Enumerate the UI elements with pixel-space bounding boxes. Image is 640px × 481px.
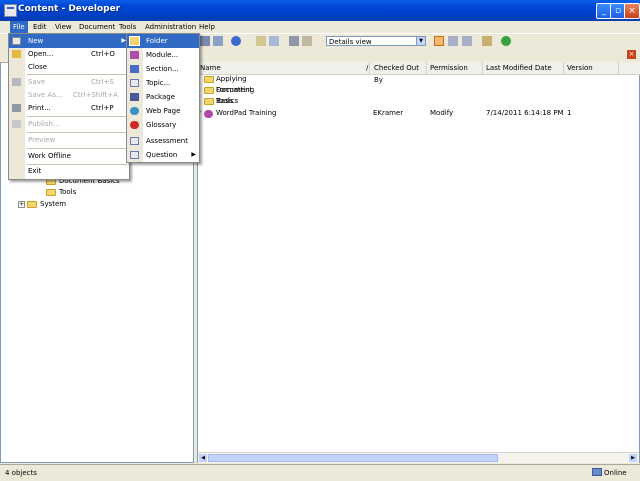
glossary-icon [130,121,139,129]
row-permission: Modify [430,109,454,117]
menu-item-open[interactable]: Open... Ctrl+O [9,47,129,61]
submenu-arrow-icon: ▶ [191,151,196,158]
view-dropdown[interactable]: Details view ▼ [326,36,426,46]
close-button[interactable]: × [624,3,640,19]
view-dropdown-value: Details view [329,38,372,46]
close-pane-icon[interactable]: × [627,50,636,59]
menu-administration[interactable]: Administration [142,21,199,33]
menu-help[interactable]: Help [196,21,218,33]
menu-view[interactable]: View [52,21,75,33]
new-icon [12,37,21,45]
binoculars-icon[interactable] [200,36,210,46]
column-version[interactable]: Version [564,62,619,74]
scroll-thumb[interactable] [208,454,498,462]
details-view-icon[interactable] [434,36,444,46]
tree-item-system[interactable]: + System [18,199,66,209]
column-last-modified[interactable]: Last Modified Date [483,62,564,74]
column-permission[interactable]: Permission [427,62,483,74]
horizontal-scrollbar[interactable]: ◀ ▶ [198,452,639,463]
row-version: 1 [567,109,572,117]
new-submenu: Folder Module... Section... Topic... Pac… [126,33,200,163]
folder-up-icon[interactable] [482,36,492,46]
section-icon [130,65,139,73]
new-item-section[interactable]: Section... [127,62,199,76]
new-item-module[interactable]: Module... [127,48,199,62]
row-modified: 7/14/2011 6:14:18 PM [486,109,564,117]
new-item-web-page[interactable]: Web Page [127,104,199,118]
column-header-row: Name / Checked Out By Permission Last Mo… [197,62,640,84]
menu-item-exit[interactable]: Exit [9,164,129,178]
open-folder-icon [12,50,21,58]
menu-document[interactable]: Document [76,21,118,33]
folder-icon [46,188,56,196]
object-count: 4 objects [5,469,37,477]
tree-item-label: System [40,200,67,208]
new-item-question[interactable]: Question ▶ [127,148,199,162]
row-name: Tools [216,97,234,105]
menu-item-new[interactable]: New ▶ [9,34,129,48]
menu-item-close[interactable]: Close [9,60,129,74]
menu-item-work-offline[interactable]: Work Offline [9,149,129,163]
list-row[interactable]: ✓ WordPad Training EKramer Modify 7/14/2… [197,108,620,119]
question-icon [130,151,139,159]
publish-icon [12,120,21,128]
menu-tools[interactable]: Tools [116,21,139,33]
menu-item-print[interactable]: Print... Ctrl+P [9,101,129,115]
topic-icon [130,79,139,87]
connection-status: Online [604,469,627,477]
new-item-package[interactable]: Package [127,90,199,104]
status-bar: 4 objects Online [0,464,640,481]
row-checked-out-by: EKramer [373,109,404,117]
spell-check-icon[interactable] [213,36,223,46]
globe-icon [130,107,139,115]
package-icon [130,93,139,101]
folder-icon [129,36,140,46]
list-view-icon[interactable] [448,36,458,46]
refresh-icon[interactable] [501,36,511,46]
menu-edit[interactable]: Edit [30,21,50,33]
folder-icon [27,200,37,208]
online-icon [592,468,602,476]
module-icon [130,51,139,59]
menu-bar: File Edit View Document Tools Administra… [0,21,640,33]
menu-item-preview[interactable]: Preview [9,133,129,147]
new-item-assessment[interactable]: Assessment [127,134,199,148]
tree-item-tools[interactable]: Tools [46,187,76,197]
new-item-folder[interactable]: Folder [127,34,199,48]
new-item-glossary[interactable]: Glossary [127,118,199,132]
column-checked-out-by[interactable]: Checked Out By [371,62,427,84]
save-icon [12,78,21,86]
new-item-topic[interactable]: Topic... [127,76,199,90]
print-icon[interactable] [289,36,299,46]
help-icon[interactable] [231,36,241,46]
menu-item-save[interactable]: Save Ctrl+S [9,75,129,89]
tree-item-label: Tools [59,188,77,196]
expand-icon[interactable]: + [18,200,25,208]
file-menu: New ▶ Open... Ctrl+O Close Save Ctrl+S S… [8,33,130,180]
properties-icon[interactable] [269,36,279,46]
content-pane-header: × [197,48,640,63]
menu-item-save-as[interactable]: Save As... Ctrl+Shift+A [9,88,129,102]
window-title: Content - Developer [18,4,121,14]
menu-file[interactable]: File [10,21,28,33]
print-icon [12,104,21,112]
title-bar: Content - Developer _ ▫ × [0,0,640,22]
column-sort-indicator: / [366,64,369,72]
column-name[interactable]: Name [197,62,370,74]
row-name: WordPad Training [216,109,277,117]
module-icon [204,110,213,118]
chevron-down-icon[interactable]: ▼ [416,37,425,45]
menu-item-publish[interactable]: Publish... [9,117,129,131]
columns-view-icon[interactable] [462,36,472,46]
scroll-right-icon[interactable]: ▶ [629,454,637,462]
undo-icon[interactable] [302,36,312,46]
scroll-left-icon[interactable]: ◀ [199,454,207,462]
app-icon [4,4,17,17]
assessment-icon [130,137,139,145]
new-doc-icon[interactable] [256,36,266,46]
